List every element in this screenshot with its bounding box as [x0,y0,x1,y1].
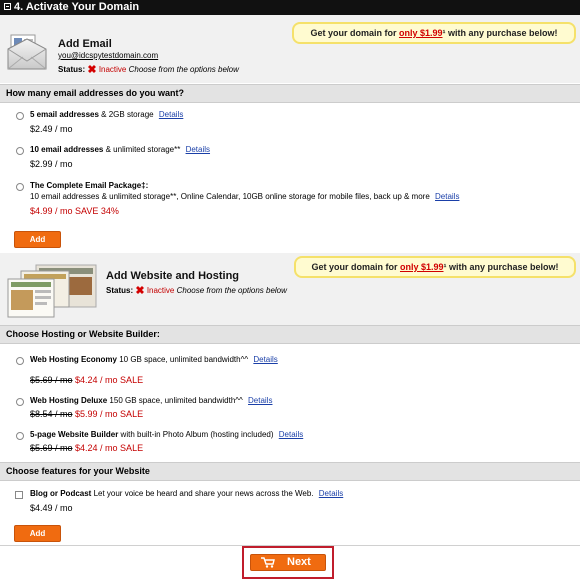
details-link[interactable]: Details [319,489,343,498]
status-value: Inactive [98,65,127,74]
email-title: Add Email [58,38,112,50]
status-label: Status: [58,65,86,74]
email-option-5-price: $2.49 / mo [30,124,73,134]
option-desc: with built-in Photo Album (hosting inclu… [118,430,274,439]
sale-price: $4.24 / mo SALE [72,443,144,453]
old-price: $5.69 / mo [30,375,73,385]
email-option-5-radio[interactable] [16,112,24,120]
option-name: Web Hosting Economy [30,355,117,364]
inactive-x-icon: ✖ [135,285,145,297]
next-label: Next [287,556,311,568]
email-envelope-icon [7,33,47,71]
promo-suffix: ¹ with any purchase below! [442,28,558,38]
email-option-package: The Complete Email Package‡: [30,181,148,190]
details-link[interactable]: Details [186,145,210,154]
option-name: 5 email addresses [30,110,99,119]
status-value: Inactive [146,286,175,295]
details-link[interactable]: Details [435,192,459,201]
option-desc: Let your voice be heard and share your n… [91,489,314,498]
feature-blog-podcast: Blog or Podcast Let your voice be heard … [30,489,343,498]
add-email-button[interactable]: Add [14,231,61,248]
blog-podcast-checkbox[interactable] [15,491,23,499]
hosting-question-bar: Choose Hosting or Website Builder: [0,325,580,344]
email-option-5: 5 email addresses & 2GB storage Details [30,110,183,119]
next-button-highlight: Next [242,546,334,579]
next-button[interactable]: Next [250,554,326,571]
domain-promo-banner-2: Get your domain for only $1.99¹ with any… [294,256,576,278]
hosting-economy-price: $5.69 / mo $4.24 / mo SALE [30,375,143,385]
status-label: Status: [106,286,134,295]
email-question-bar: How many email addresses do you want? [0,84,580,103]
hosting-economy-radio[interactable] [16,357,24,365]
option-desc: 150 GB space, unlimited bandwidth^^ [107,396,243,405]
blog-podcast-price: $4.49 / mo [30,503,73,513]
section-title: 4. Activate Your Domain [14,1,140,13]
option-name: 10 email addresses [30,145,104,154]
option-desc: & 2GB storage [98,110,154,119]
hosting-option-builder: 5-page Website Builder with built-in Pho… [30,430,303,439]
details-link[interactable]: Details [279,430,303,439]
status-hint: Choose from the options below [128,65,239,74]
website-preview-icon [6,263,100,321]
details-link[interactable]: Details [253,355,277,364]
email-option-10: 10 email addresses & unlimited storage**… [30,145,210,154]
old-price: $8.54 / mo [30,409,73,419]
option-desc: 10 GB space, unlimited bandwidth^^ [116,355,249,364]
collapse-icon[interactable] [4,3,11,10]
section-title-bar: 4. Activate Your Domain [0,0,580,15]
hosting-title: Add Website and Hosting [106,270,240,282]
hosting-deluxe-price: $8.54 / mo $5.99 / mo SALE [30,409,143,419]
hosting-option-deluxe: Web Hosting Deluxe 150 GB space, unlimit… [30,396,272,405]
old-price: $5.69 / mo [30,443,73,453]
option-name: 5-page Website Builder [30,430,119,439]
promo-price-link[interactable]: only $1.99 [399,28,443,38]
option-desc: & unlimited storage** [103,145,181,154]
option-name: Web Hosting Deluxe [30,396,108,405]
option-name: Blog or Podcast [30,489,92,498]
website-builder-radio[interactable] [16,432,24,440]
domain-promo-banner: Get your domain for only $1.99¹ with any… [292,22,576,44]
status-hint: Choose from the options below [176,286,287,295]
inactive-x-icon: ✖ [87,64,97,76]
option-desc: 10 email addresses & unlimited storage**… [30,192,430,201]
email-option-package-radio[interactable] [16,183,24,191]
promo-suffix: ¹ with any purchase below! [443,262,559,272]
sale-price: $4.24 / mo SALE [72,375,144,385]
website-builder-price: $5.69 / mo $4.24 / mo SALE [30,443,143,453]
sale-price: $5.99 / mo SALE [72,409,144,419]
email-status: Status: ✖ Inactive Choose from the optio… [58,64,239,76]
promo-text: Get your domain for [311,262,400,272]
features-question-bar: Choose features for your Website [0,462,580,481]
promo-text: Get your domain for [310,28,399,38]
email-address-link[interactable]: you@idcspytestdomain.com [58,51,158,60]
hosting-deluxe-radio[interactable] [16,398,24,406]
hosting-status: Status: ✖ Inactive Choose from the optio… [106,285,287,297]
email-option-package-desc: 10 email addresses & unlimited storage**… [30,192,459,201]
email-option-10-price: $2.99 / mo [30,159,73,169]
add-hosting-button[interactable]: Add [14,525,61,542]
option-name: The Complete Email Package‡: [30,181,149,190]
hosting-option-economy: Web Hosting Economy 10 GB space, unlimit… [30,355,278,364]
email-option-10-radio[interactable] [16,147,24,155]
details-link[interactable]: Details [159,110,183,119]
details-link[interactable]: Details [248,396,272,405]
promo-price-link[interactable]: only $1.99 [400,262,444,272]
cart-icon [261,557,275,568]
email-option-package-price: $4.99 / mo SAVE 34% [30,206,119,216]
